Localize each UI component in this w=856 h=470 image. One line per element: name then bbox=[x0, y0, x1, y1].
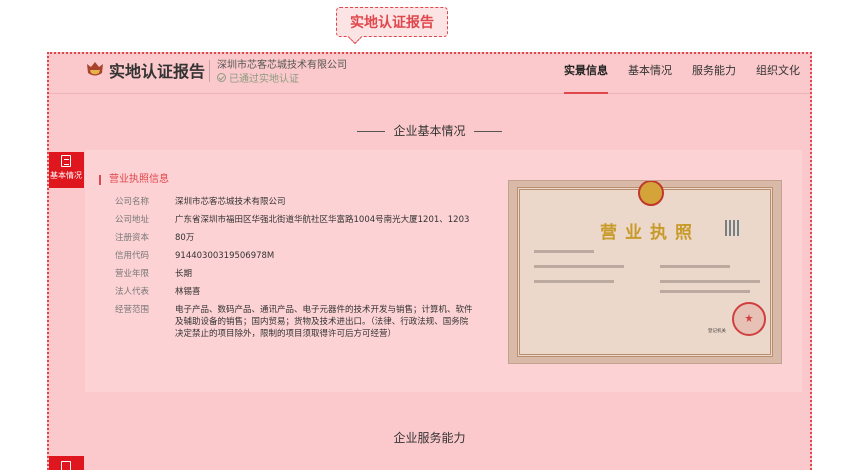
verified-label: 已通过实地认证 bbox=[229, 74, 299, 85]
info-row: 营业年限 长期 bbox=[115, 268, 475, 280]
info-key: 信用代码 bbox=[115, 251, 150, 261]
license-card: 营业执照信息 公司名称 深圳市芯客芯城技术有限公司 公司地址 广东省深圳市福田区华强… bbox=[85, 150, 802, 392]
nav-tab-service[interactable]: 服务能力 bbox=[682, 54, 746, 94]
check-circle-icon bbox=[217, 73, 226, 82]
company-name: 深圳市芯客芯城技术有限公司 bbox=[217, 60, 347, 71]
official-seal-icon bbox=[732, 302, 766, 336]
info-key: 公司名称 bbox=[115, 197, 150, 207]
crown-shield-icon bbox=[87, 62, 103, 76]
info-key: 公司地址 bbox=[115, 215, 150, 225]
divider bbox=[209, 60, 210, 82]
business-license-image[interactable]: 营业执照 登记机关 bbox=[508, 180, 782, 364]
report-header: 实地认证报告 深圳市芯客芯城技术有限公司 已通过实地认证 实景信息 基本情况 服… bbox=[49, 54, 810, 94]
title-line-left bbox=[357, 131, 386, 132]
side-tab-label: 基本情况 bbox=[50, 171, 82, 180]
report-nav: 实景信息 基本情况 服务能力 组织文化 bbox=[554, 54, 810, 94]
info-value: 林锡喜 bbox=[175, 287, 201, 297]
document-icon bbox=[61, 155, 71, 167]
section-basic-label: 企业基本情况 bbox=[393, 124, 466, 138]
license-issuer: 登记机关 bbox=[708, 329, 726, 334]
license-text-line bbox=[660, 280, 760, 283]
report-frame: 实地认证报告 深圳市芯客芯城技术有限公司 已通过实地认证 实景信息 基本情况 服… bbox=[47, 52, 812, 470]
side-tab-basic[interactable]: 基本情况 bbox=[49, 152, 84, 188]
info-value: 电子产品、数码产品、通讯产品、电子元器件的技术开发与销售；计算机、软件及辅助设备… bbox=[175, 305, 473, 339]
info-row: 注册资本 80万 bbox=[115, 232, 475, 244]
section-title-service: 企业服务能力 bbox=[49, 429, 810, 446]
nav-tab-culture[interactable]: 组织文化 bbox=[746, 54, 810, 94]
license-text-line bbox=[660, 265, 730, 268]
info-key: 注册资本 bbox=[115, 233, 150, 243]
info-row: 公司名称 深圳市芯客芯城技术有限公司 bbox=[115, 196, 475, 208]
license-card-title: 营业执照信息 bbox=[99, 175, 169, 185]
document-icon bbox=[61, 461, 71, 470]
side-tab-service[interactable] bbox=[49, 456, 84, 470]
license-info: 公司名称 深圳市芯客芯城技术有限公司 公司地址 广东省深圳市福田区华强北街道华航社区… bbox=[115, 196, 475, 346]
nav-tab-scene-info[interactable]: 实景信息 bbox=[554, 54, 618, 94]
license-text-line bbox=[534, 250, 594, 253]
brand-title: 实地认证报告 bbox=[109, 62, 206, 81]
info-key: 法人代表 bbox=[115, 287, 150, 297]
info-key: 营业年限 bbox=[115, 269, 150, 279]
info-value: 广东省深圳市福田区华强北街道华航社区华富路1004号南光大厦1201、1203 bbox=[175, 215, 470, 225]
license-text-line bbox=[534, 280, 614, 283]
info-row: 公司地址 广东省深圳市福田区华强北街道华航社区华富路1004号南光大厦1201、1… bbox=[115, 214, 475, 226]
callout-label: 实地认证报告 bbox=[350, 15, 434, 31]
info-row: 法人代表 林锡喜 bbox=[115, 286, 475, 298]
info-row: 经营范围 电子产品、数码产品、通讯产品、电子元器件的技术开发与销售；计算机、软件及… bbox=[115, 304, 475, 340]
report-callout: 实地认证报告 bbox=[336, 7, 448, 37]
info-key: 经营范围 bbox=[115, 305, 150, 315]
license-text-line bbox=[534, 265, 624, 268]
qr-code-icon bbox=[725, 220, 741, 236]
verified-status: 已通过实地认证 bbox=[217, 70, 299, 85]
license-image-title: 营业执照 bbox=[600, 223, 700, 243]
section-title-basic: 企业基本情况 bbox=[49, 122, 810, 139]
national-emblem-icon bbox=[638, 181, 664, 206]
info-value: 91440300319506978M bbox=[175, 251, 275, 261]
license-border: 营业执照 登记机关 bbox=[517, 181, 773, 357]
info-value: 80万 bbox=[175, 233, 195, 243]
license-text-line bbox=[660, 290, 750, 293]
title-line-right bbox=[473, 131, 502, 132]
page: 实地认证报告 实地认证报告 深圳市芯客芯城技术有限公司 已通过实地认证 实景信息… bbox=[0, 0, 856, 470]
info-value: 深圳市芯客芯城技术有限公司 bbox=[175, 197, 286, 207]
info-row: 信用代码 91440300319506978M bbox=[115, 250, 475, 262]
info-value: 长期 bbox=[175, 269, 193, 279]
nav-tab-basic[interactable]: 基本情况 bbox=[618, 54, 682, 94]
section-service-label: 企业服务能力 bbox=[393, 431, 466, 445]
